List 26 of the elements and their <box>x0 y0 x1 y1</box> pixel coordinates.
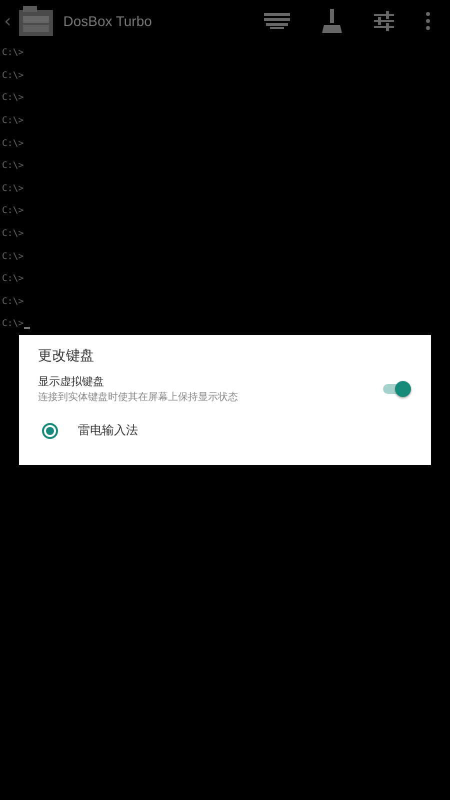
prompt-text: C:\> <box>2 93 24 104</box>
joystick-icon[interactable] <box>322 9 342 33</box>
app-title: DosBox Turbo <box>63 13 152 29</box>
dialog-title: 更改键盘 <box>38 347 95 365</box>
prompt-text: C:\> <box>2 252 24 262</box>
option-label: 雷电输入法 <box>78 422 138 439</box>
settings-sliders-icon[interactable] <box>374 11 394 31</box>
setting-description: 连接到实体键盘时使其在屏幕上保持显示状态 <box>38 390 239 404</box>
prompt-text: C:\> <box>2 184 24 194</box>
keyboard-icon[interactable] <box>264 13 290 29</box>
setting-label: 显示虚拟键盘 <box>38 374 105 389</box>
prompt-text: C:\> <box>2 70 24 81</box>
more-menu-icon[interactable] <box>426 12 430 30</box>
prompt-text: C:\> <box>2 296 24 307</box>
prompt-text: C:\> <box>2 274 24 284</box>
radio-button[interactable] <box>42 422 58 438</box>
prompt-text: C:\> <box>2 48 24 58</box>
app-logo-icon <box>19 6 54 36</box>
prompt-text: C:\> <box>2 319 24 330</box>
back-button[interactable]: ‹ <box>4 10 12 32</box>
prompt-text: C:\> <box>2 138 24 149</box>
prompt-text: C:\> <box>2 229 24 240</box>
prompt-text: C:\> <box>2 161 24 172</box>
prompt-text: C:\> <box>2 116 24 126</box>
prompt-text: C:\> <box>2 206 24 216</box>
toggle-switch[interactable] <box>381 380 411 398</box>
